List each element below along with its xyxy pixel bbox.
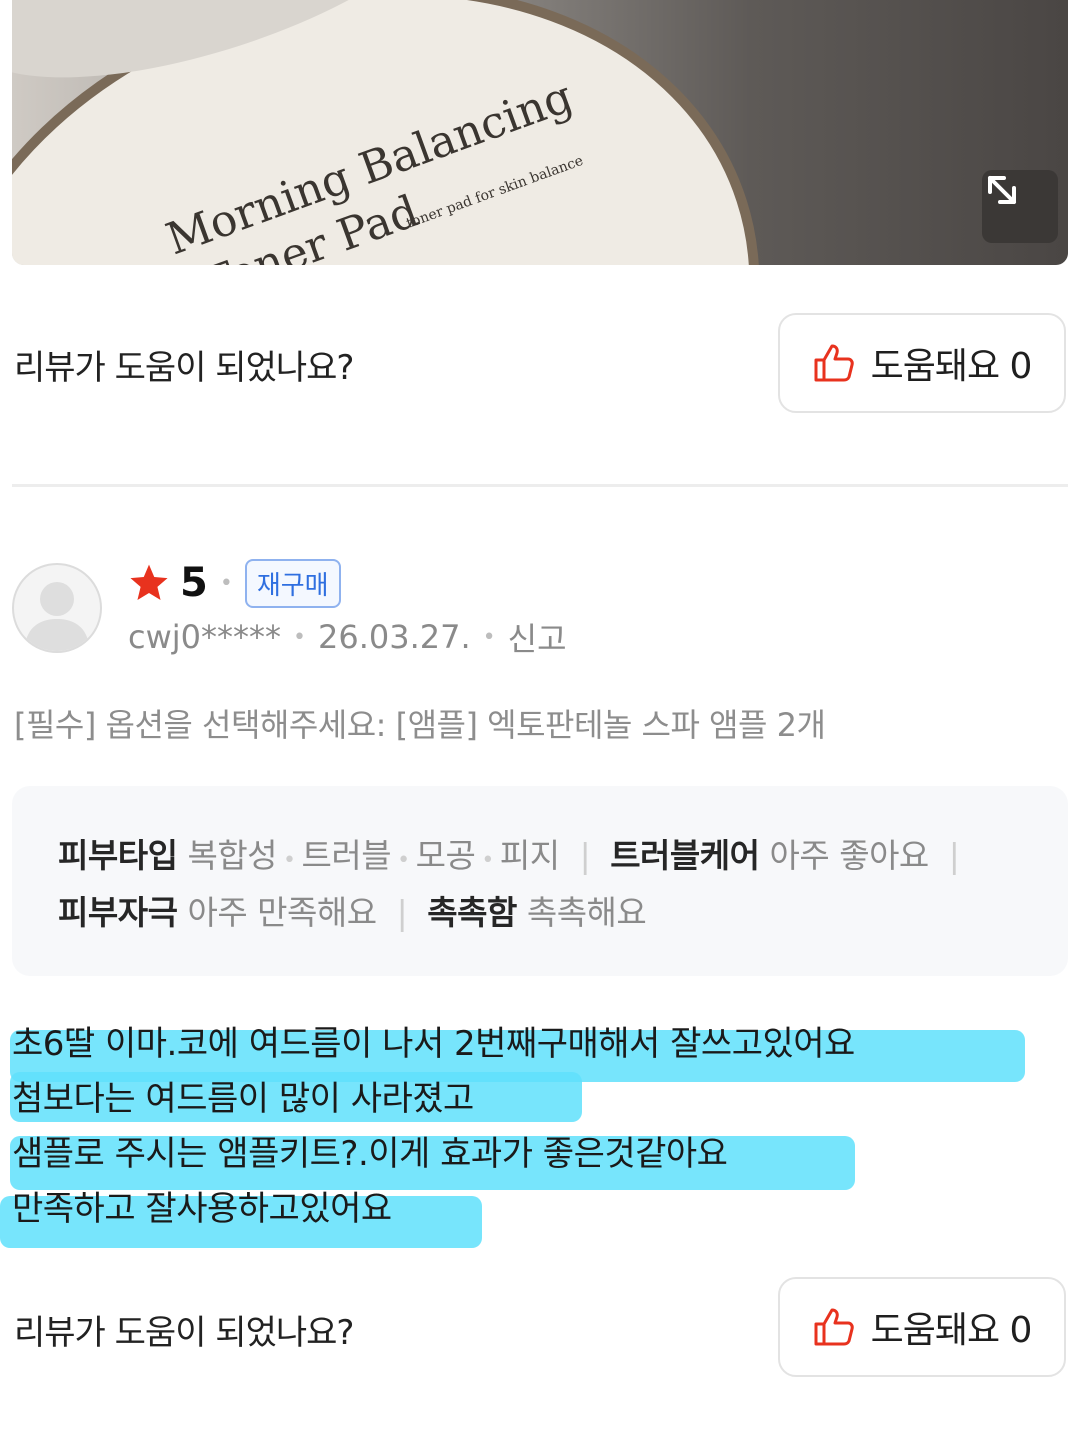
thumbs-up-icon <box>814 1308 854 1346</box>
skin-type-value: 피지 <box>499 836 560 875</box>
review-photo[interactable]: Morning Balancing Toner Pad toner pad fo… <box>12 0 1068 265</box>
default-user-icon <box>24 582 90 651</box>
separator-dot: • <box>219 570 233 596</box>
rating-row: 5 • 재구매 <box>128 558 341 608</box>
expand-arrows-icon <box>988 176 1016 204</box>
trouble-care-value: 아주 좋아요 <box>769 836 930 875</box>
expand-photo-button[interactable] <box>982 170 1058 243</box>
helpful-question: 리뷰가 도움이 되었나요? <box>14 1313 354 1353</box>
star-icon <box>130 564 168 600</box>
separator-dot: • <box>482 624 496 650</box>
review-date: 26.03.27. <box>318 618 471 656</box>
helpful-question: 리뷰가 도움이 되었나요? <box>14 348 354 388</box>
skin-type-value: 복합성 <box>187 836 278 875</box>
rating-value: 5 <box>180 560 208 606</box>
report-link[interactable]: 신고 <box>508 614 567 660</box>
thumbs-up-icon <box>814 344 854 382</box>
helpful-button[interactable]: 도움돼요 0 <box>778 313 1066 413</box>
review-body-line: 샘플로 주시는 앰플키트?.이게 효과가 좋은것같아요 <box>12 1134 728 1174</box>
review-body-line: 첨보다는 여드름이 많이 사라졌고 <box>12 1079 474 1119</box>
moisture-label: 촉촉함 <box>427 893 517 932</box>
skin-attributes-box: 피부타입 복합성 • 트러블 • 모공 • 피지 | 트러블케어 아주 좋아요 | 피부자극… <box>12 786 1068 976</box>
review-meta: cwj0***** • 26.03.27. • 신고 <box>128 614 567 660</box>
moisture-value: 촉촉해요 <box>526 893 647 932</box>
trouble-care-label: 트러블케어 <box>610 836 760 875</box>
review-body-line: 초6딸 이마.코에 여드름이 나서 2번째구매해서 잘쓰고있어요 <box>12 1024 855 1064</box>
reviewer-name: cwj0***** <box>128 618 282 656</box>
skin-type-value: 트러블 <box>301 836 392 875</box>
skin-type-label: 피부타입 <box>58 836 178 875</box>
avatar <box>12 563 102 653</box>
review-body-line: 만족하고 잘사용하고있어요 <box>12 1189 392 1229</box>
purchase-option: [필수] 옵션을 선택해주세요: [앰플] 엑토판테놀 스파 앰플 2개 <box>14 706 826 744</box>
toner-jar-illustration: Morning Balancing Toner Pad toner pad fo… <box>12 0 760 265</box>
attr-line-2: 피부자극 아주 만족해요 | 촉촉함 촉촉해요 <box>58 893 647 932</box>
review-divider <box>12 484 1068 487</box>
attr-line-1: 피부타입 복합성 • 트러블 • 모공 • 피지 | 트러블케어 아주 좋아요 | <box>58 836 960 875</box>
separator-dot: • <box>293 624 306 650</box>
helpful-button-label: 도움돼요 0 <box>870 1310 1033 1351</box>
helpful-button[interactable]: 도움돼요 0 <box>778 1277 1066 1377</box>
irritation-label: 피부자극 <box>58 893 178 932</box>
helpful-button-label: 도움돼요 0 <box>870 346 1033 387</box>
rebuy-badge: 재구매 <box>244 558 341 608</box>
irritation-value: 아주 만족해요 <box>187 893 377 932</box>
skin-type-value: 모공 <box>415 836 476 875</box>
